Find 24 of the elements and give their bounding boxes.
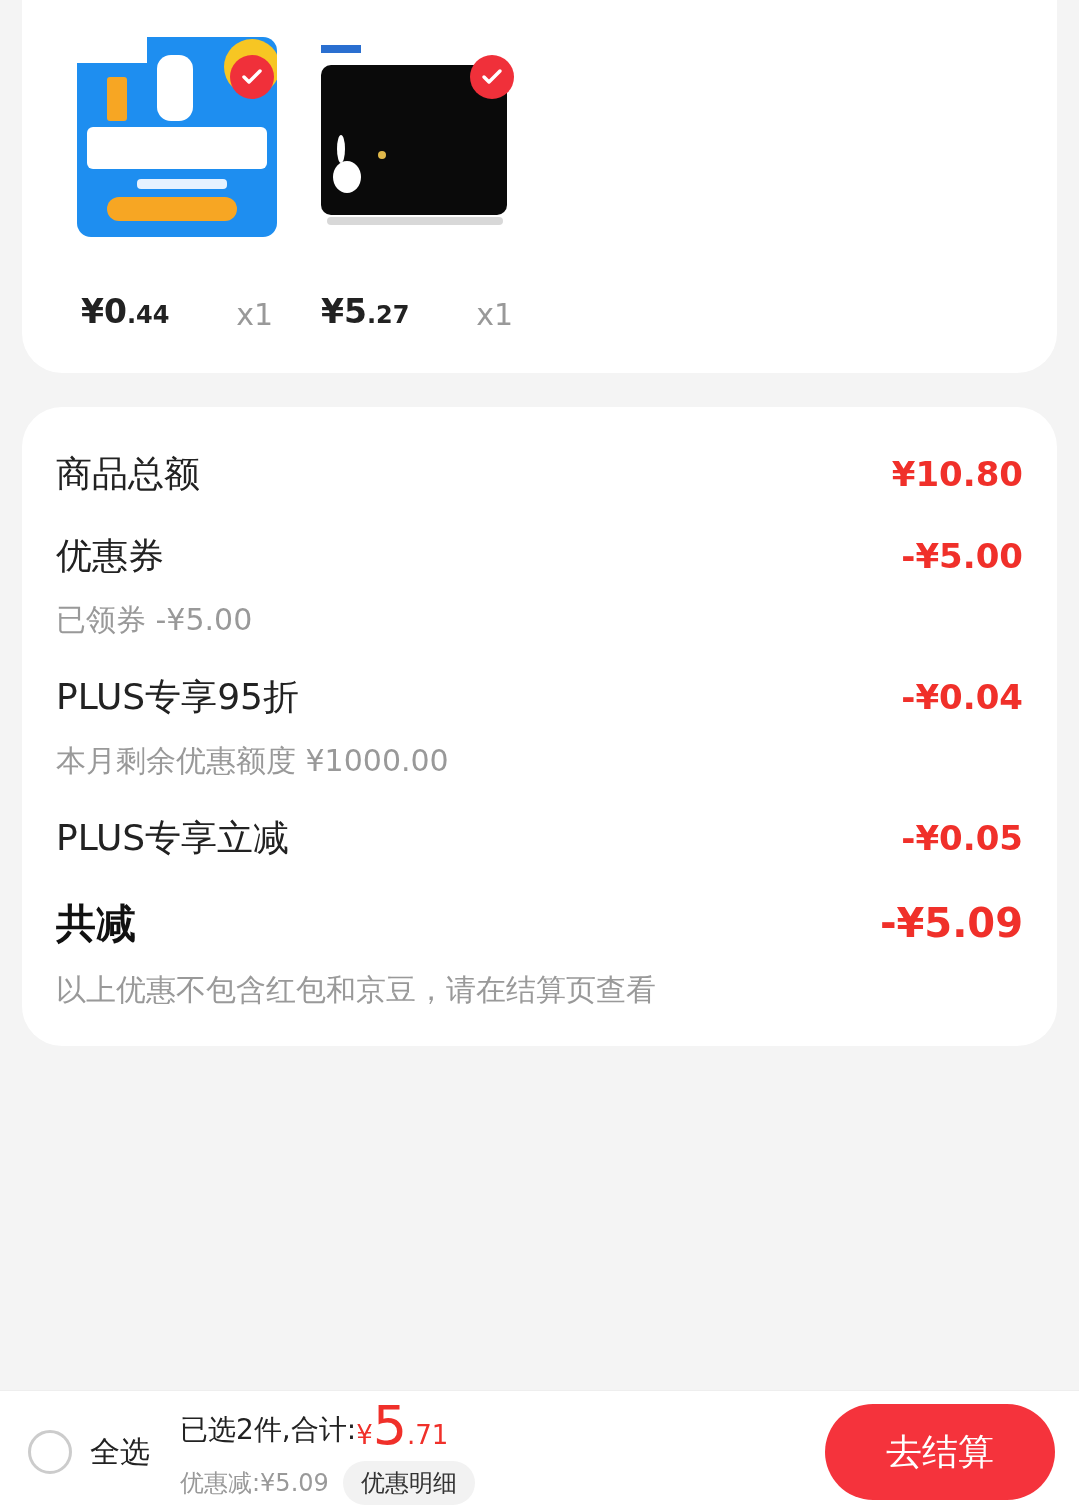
selected-summary: 已选2件,合计:: [180, 1411, 357, 1448]
checkout-button[interactable]: 去结算: [825, 1403, 1055, 1500]
summary-note: 本月剩余优惠额度 ¥1000.00: [56, 742, 450, 780]
quantity: x1: [476, 295, 513, 334]
discount-text: 优惠减:¥5.09: [180, 1467, 329, 1499]
summary-amount: -¥5.00: [901, 534, 1023, 578]
product-price: ¥5.27: [321, 291, 410, 333]
summary-label: 商品总额: [56, 452, 200, 496]
select-all-label[interactable]: 全选: [90, 1429, 150, 1474]
discount-detail-button[interactable]: 优惠明细: [342, 1460, 475, 1505]
summary-label: 优惠券: [56, 534, 164, 578]
total-label: 共减: [56, 899, 136, 948]
summary-amount: -¥0.05: [901, 816, 1023, 860]
summary-amount: -¥0.04: [901, 675, 1023, 719]
total-price: ¥5.71: [356, 1398, 449, 1455]
total-note: 以上优惠不包含红包和京豆，请在结算页查看: [56, 971, 657, 1009]
quantity: x1: [236, 295, 273, 334]
summary-label: PLUS专享95折: [56, 675, 299, 719]
select-all-checkbox[interactable]: [28, 1429, 72, 1474]
summary-label: PLUS专享立减: [56, 816, 290, 860]
summary-amount: ¥10.80: [891, 452, 1023, 496]
product-price: ¥0.44: [81, 291, 170, 333]
summary-note: 已领券 -¥5.00: [56, 601, 254, 639]
total-amount: -¥5.09: [879, 899, 1023, 948]
